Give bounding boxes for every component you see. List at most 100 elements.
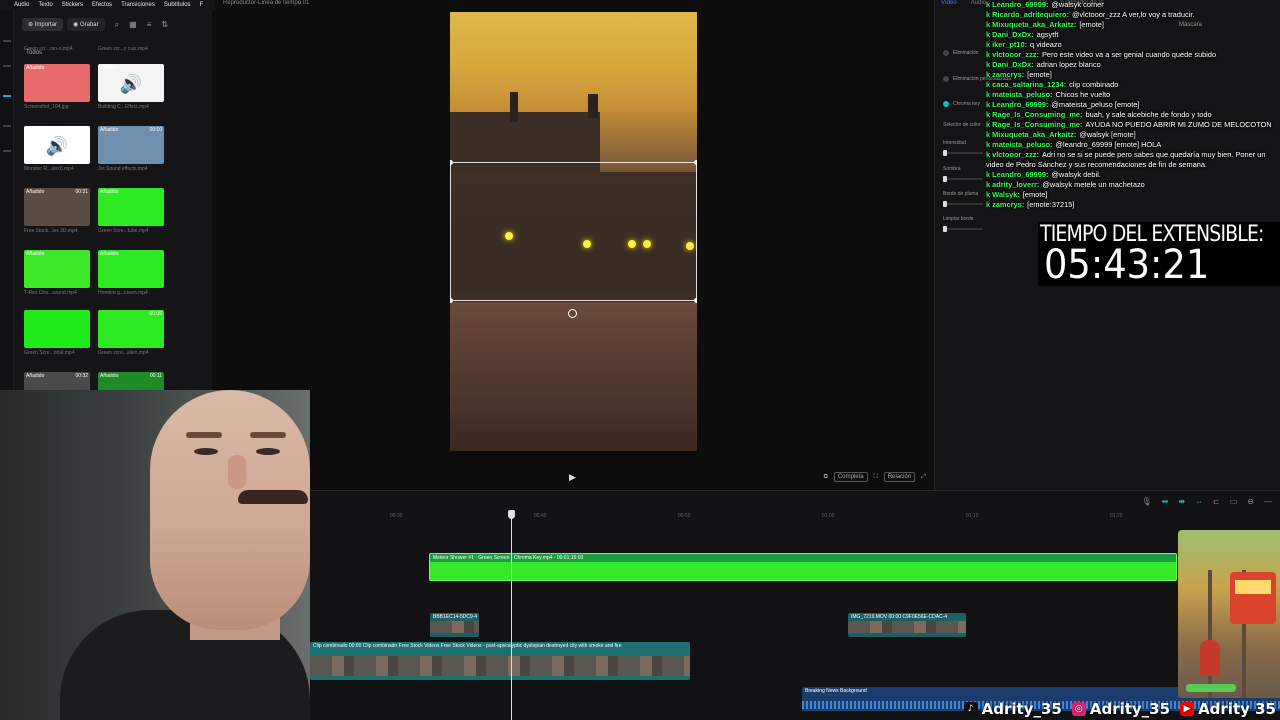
media-thumbnail[interactable]: Añadido: [98, 188, 164, 226]
grid-view-icon[interactable]: ▦: [129, 20, 137, 29]
sort-icon[interactable]: ≡: [147, 20, 152, 29]
ruler-tick: 01:20: [1110, 513, 1123, 519]
resize-handle[interactable]: [450, 160, 453, 165]
feather-slider[interactable]: [943, 201, 983, 207]
chat-text: agsytft: [1036, 30, 1059, 39]
link-audio-icon[interactable]: ⇼: [1178, 497, 1185, 506]
rotate-handle-icon[interactable]: [568, 309, 577, 318]
record-icon: ◉: [73, 22, 80, 28]
media-thumbnail[interactable]: Añadido: [24, 250, 90, 288]
zoom-out-icon[interactable]: ⊖: [1247, 497, 1254, 506]
chroma-key-row[interactable]: Chroma key: [943, 101, 980, 107]
import-button[interactable]: ⊕ Importar: [22, 18, 64, 31]
kick-badge-icon: k: [986, 90, 991, 99]
menu-stickers[interactable]: Stickers: [62, 2, 83, 8]
full-quality-button[interactable]: Completa: [833, 472, 868, 482]
social-handle-text: Adrity_35: [1089, 700, 1171, 718]
rail-item[interactable]: [3, 40, 11, 42]
kick-badge-icon: k: [986, 80, 991, 89]
social-handle: ◎ Adrity_35: [1071, 700, 1171, 718]
added-badge: Añadido: [26, 189, 45, 195]
intensity-slider[interactable]: [943, 150, 983, 156]
menu-transiciones[interactable]: Transiciones: [121, 2, 155, 8]
duration-badge: 00:06: [149, 311, 162, 317]
chat-text: [emote]: [1079, 20, 1104, 29]
microphone-icon[interactable]: 🎙: [1141, 497, 1151, 506]
chat-text: @walsyk debil.: [1051, 170, 1101, 179]
chat-username: Mixuqueta_aka_Arkaitz:: [992, 20, 1077, 29]
clip-frames: [848, 621, 966, 633]
chat-username: Rage_Is_Consuming_me:: [992, 110, 1083, 119]
rail-item[interactable]: [3, 150, 11, 152]
color-picker-row[interactable]: Selector de color: [943, 122, 981, 128]
duration-badge: 00:31: [75, 189, 88, 195]
playhead-line[interactable]: [511, 511, 512, 720]
ratio-button[interactable]: Relación: [883, 472, 916, 482]
crop-icon[interactable]: ⧉: [824, 474, 828, 481]
resize-handle[interactable]: [694, 160, 697, 165]
tab-audio[interactable]: Audio: [971, 0, 986, 8]
kick-badge-icon: k: [986, 70, 991, 79]
media-thumbnail[interactable]: Añadido: [98, 250, 164, 288]
added-badge: Añadido: [100, 251, 119, 257]
play-icon[interactable]: ▶: [569, 472, 576, 483]
media-thumbnail[interactable]: [24, 310, 90, 348]
rail-item[interactable]: [3, 65, 11, 67]
menu-audio[interactable]: Audio: [14, 2, 29, 8]
screenshot-icon[interactable]: ⛶: [874, 474, 878, 481]
filter-icon[interactable]: ⇅: [161, 20, 168, 29]
clip-main-track[interactable]: Clip combinado 00:00 Clip combinado Free…: [310, 642, 690, 680]
media-thumbnail[interactable]: Añadido 00:31: [24, 188, 90, 226]
clip-overlay-b[interactable]: IMG_7219.MOV 00:00 C9F0E56E-CDAC-4: [848, 613, 966, 637]
zoom-slider[interactable]: —: [1264, 497, 1272, 506]
row-label: Chroma key: [953, 101, 980, 107]
chat-message: k Walsyk: [emote]: [986, 190, 1276, 200]
video-preview[interactable]: [450, 12, 697, 451]
rail-item-active[interactable]: [3, 95, 11, 97]
chat-text: adrian lopez blanco: [1036, 60, 1101, 69]
toggle-dot[interactable]: [943, 76, 949, 82]
record-button[interactable]: ◉ Grabar: [67, 18, 105, 31]
kick-badge-icon: k: [986, 200, 991, 209]
social-handle: ♪ Adrity_35: [963, 700, 1062, 718]
bg-removal-row[interactable]: Eliminación: [943, 50, 979, 56]
media-thumbnail[interactable]: Añadido: [24, 64, 90, 102]
toggle-dot[interactable]: [943, 50, 949, 56]
added-badge: Añadido: [100, 65, 119, 71]
slider-knob[interactable]: [943, 226, 947, 232]
preview-axis-icon[interactable]: ⊏: [1213, 497, 1220, 506]
media-thumbnail[interactable]: Añadido 🔊: [24, 126, 90, 164]
media-thumbnail[interactable]: Añadido 🔊: [98, 64, 164, 102]
link-main-icon[interactable]: ⇹: [1162, 497, 1169, 506]
shadow-slider[interactable]: [943, 176, 983, 182]
clip-overlay-a[interactable]: BBB1EC14-5DC9-4: [430, 613, 479, 637]
menu-efectos[interactable]: Efectos: [92, 2, 112, 8]
magnet-icon[interactable]: ⇔: [1195, 497, 1203, 506]
timeline-ruler[interactable]: 00:0000:3000:4000:5001:0001:1001:20: [100, 511, 1280, 521]
tab-video[interactable]: Vídeo: [941, 0, 957, 8]
eye: [256, 448, 280, 455]
fullscreen-icon[interactable]: ⤢: [921, 474, 926, 481]
social-handle-text: Adrity 35: [1198, 700, 1276, 718]
clip-green-screen[interactable]: Meteor Shower #1 · Green Screen - Chroma…: [429, 553, 1177, 581]
media-thumbnail[interactable]: Añadido 00:10: [98, 126, 164, 164]
media-thumbnail[interactable]: 00:06: [98, 310, 164, 348]
runner-character: [1200, 640, 1220, 676]
media-caption: Green scr...ran-o.mp4: [24, 46, 73, 52]
player-controls: ⧉ Completa ⛶ Relación ⤢: [824, 472, 926, 482]
menu-texto[interactable]: Texto: [38, 2, 52, 8]
slider-knob[interactable]: [943, 150, 947, 156]
caption-icon[interactable]: ▭: [1230, 497, 1238, 506]
search-icon[interactable]: ⌕: [115, 20, 119, 30]
menu-more[interactable]: F: [200, 2, 204, 8]
clean-edge-slider[interactable]: [943, 226, 983, 232]
toggle-dot[interactable]: [943, 101, 949, 107]
resize-handle[interactable]: [694, 298, 697, 303]
menu-subtitulos[interactable]: Subtítulos: [164, 2, 191, 8]
timeline-right-tools: 🎙 ⇹ ⇼ ⇔ ⊏ ▭ ⊖ —: [1141, 497, 1272, 506]
kick-badge-icon: k: [986, 10, 991, 19]
selection-box[interactable]: [450, 160, 697, 303]
slider-knob[interactable]: [943, 201, 947, 207]
slider-knob[interactable]: [943, 176, 947, 182]
rail-item[interactable]: [3, 125, 11, 127]
